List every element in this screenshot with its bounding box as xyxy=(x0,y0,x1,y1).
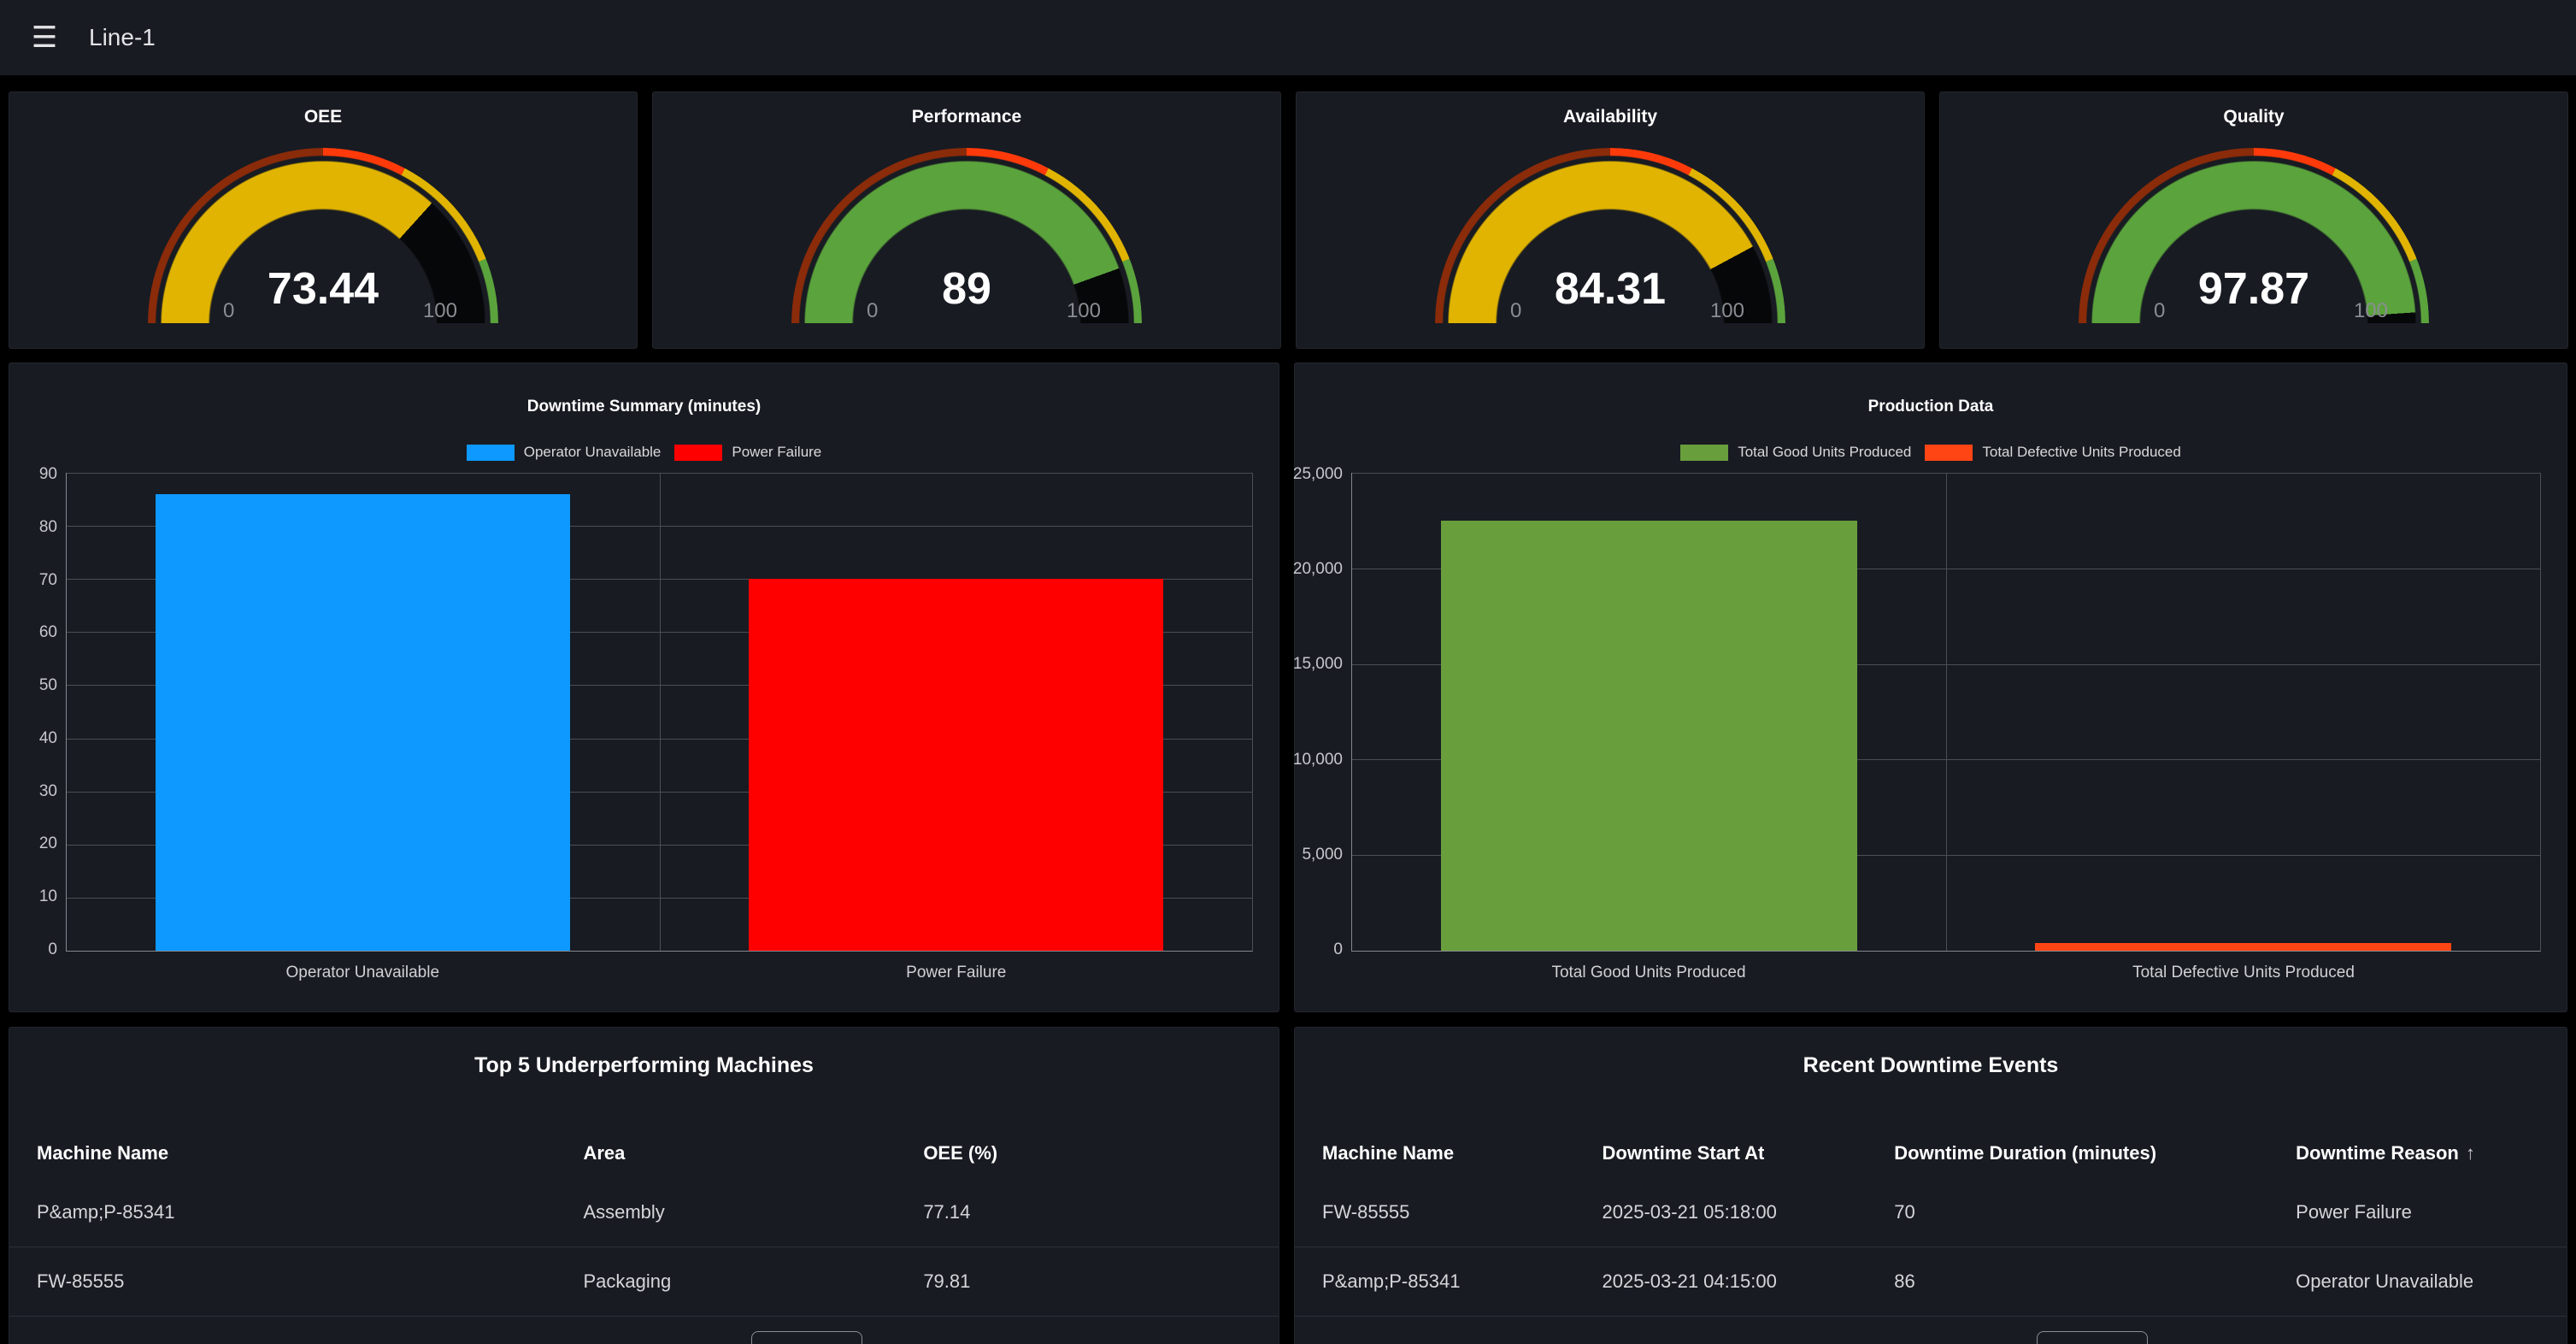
column-header[interactable]: Downtime Start At xyxy=(1603,1142,1895,1164)
legend-item[interactable]: Total Defective Units Produced xyxy=(1925,444,2180,461)
table-row: FW-85555 2025-03-21 05:18:00 70 Power Fa… xyxy=(1295,1178,2567,1247)
cell-area: Assembly xyxy=(583,1201,923,1223)
cell-machine-name: FW-85555 xyxy=(37,1270,583,1293)
top5-table: Machine Name Area OEE (%) P&amp;P-85341 … xyxy=(9,1129,1279,1317)
cell-downtime-start: 2025-03-21 05:18:00 xyxy=(1603,1201,1895,1223)
bar-power-failure xyxy=(749,579,1163,951)
column-header[interactable]: Machine Name xyxy=(1322,1142,1603,1164)
sort-ascending-icon: ↑ xyxy=(2466,1142,2475,1164)
panel-production-data: Production Data Total Good Units Produce… xyxy=(1294,363,2567,1012)
x-axis-labels: Operator Unavailable Power Failure xyxy=(66,964,1253,982)
panel-title: Recent Downtime Events xyxy=(1295,1053,2567,1078)
legend-label: Power Failure xyxy=(732,444,821,461)
table-header-row: Machine Name Downtime Start At Downtime … xyxy=(1295,1129,2567,1178)
panel-title: Performance xyxy=(653,107,1280,127)
bar-total-defective-units xyxy=(2035,943,2451,951)
availability-gauge: 84.31 0 100 xyxy=(1435,148,1785,323)
plot-area xyxy=(1351,473,2541,952)
chart-area: 25,00020,00015,00010,0005,0000 xyxy=(1307,473,2541,952)
category-divider xyxy=(1946,473,1947,951)
top-nav: ☰ Line-1 xyxy=(0,0,2576,75)
column-header[interactable]: OEE (%) xyxy=(923,1142,1251,1164)
gauge-max-label: 100 xyxy=(423,299,457,323)
category-divider xyxy=(660,473,661,951)
x-axis-labels: Total Good Units Produced Total Defectiv… xyxy=(1351,964,2541,982)
table-row: P&amp;P-85341 2025-03-21 04:15:00 86 Ope… xyxy=(1295,1247,2567,1317)
table-header-row: Machine Name Area OEE (%) xyxy=(9,1129,1279,1178)
y-axis-labels: 9080706050403020100 xyxy=(21,465,66,959)
panel-quality: Quality 97.87 0 100 xyxy=(1939,91,2568,349)
gauge-min-label: 0 xyxy=(867,299,878,323)
gauge-min-label: 0 xyxy=(2154,299,2165,323)
cell-machine-name: FW-85555 xyxy=(1322,1201,1603,1223)
pagination-button[interactable] xyxy=(2037,1331,2148,1344)
cell-machine-name: P&amp;P-85341 xyxy=(1322,1270,1603,1293)
cell-downtime-reason: Power Failure xyxy=(2296,1201,2539,1223)
table-row: P&amp;P-85341 Assembly 77.14 xyxy=(9,1178,1279,1247)
x-tick-label: Power Failure xyxy=(660,964,1254,982)
dashboard-title: Line-1 xyxy=(89,24,156,51)
legend-swatch xyxy=(467,445,515,461)
column-header[interactable]: Machine Name xyxy=(37,1142,583,1164)
bar-total-good-units xyxy=(1441,521,1857,951)
panel-downtime-summary: Downtime Summary (minutes) Operator Unav… xyxy=(9,363,1279,1012)
panel-title: Downtime Summary (minutes) xyxy=(9,398,1279,416)
panel-availability: Availability 84.31 0 100 xyxy=(1296,91,1925,349)
legend-item[interactable]: Power Failure xyxy=(674,444,821,461)
panel-title: Top 5 Underperforming Machines xyxy=(9,1053,1279,1078)
panel-recent-downtime-events: Recent Downtime Events Machine Name Down… xyxy=(1294,1027,2567,1344)
legend-swatch xyxy=(1680,445,1728,461)
menu-icon[interactable]: ☰ xyxy=(19,21,70,55)
column-header-sorted[interactable]: Downtime Reason ↑ xyxy=(2296,1142,2539,1164)
cell-downtime-duration: 70 xyxy=(1894,1201,2296,1223)
pagination-button[interactable] xyxy=(751,1331,862,1344)
cell-oee: 79.81 xyxy=(923,1270,1251,1293)
gauge-max-label: 100 xyxy=(1710,299,1744,323)
legend-item[interactable]: Total Good Units Produced xyxy=(1680,444,1911,461)
legend-label: Operator Unavailable xyxy=(524,444,662,461)
column-header[interactable]: Area xyxy=(583,1142,923,1164)
panel-title: Availability xyxy=(1297,107,1924,127)
cell-downtime-reason: Operator Unavailable xyxy=(2296,1270,2539,1293)
panel-title: Production Data xyxy=(1295,398,2567,416)
legend-label: Total Good Units Produced xyxy=(1738,444,1911,461)
events-table: Machine Name Downtime Start At Downtime … xyxy=(1295,1129,2567,1317)
gauge-min-label: 0 xyxy=(1510,299,1521,323)
panel-title: Quality xyxy=(1940,107,2567,127)
cell-downtime-start: 2025-03-21 04:15:00 xyxy=(1603,1270,1895,1293)
gauge-min-label: 0 xyxy=(223,299,234,323)
chart-legend: Total Good Units Produced Total Defectiv… xyxy=(1295,444,2567,461)
panel-oee: OEE 73.44 0 100 xyxy=(9,91,638,349)
column-header-label: Downtime Reason xyxy=(2296,1142,2459,1164)
chart-legend: Operator Unavailable Power Failure xyxy=(9,444,1279,461)
legend-label: Total Defective Units Produced xyxy=(1982,444,2180,461)
cell-downtime-duration: 86 xyxy=(1894,1270,2296,1293)
column-header[interactable]: Downtime Duration (minutes) xyxy=(1894,1142,2296,1164)
y-axis-labels: 25,00020,00015,00010,0005,0000 xyxy=(1307,465,1351,959)
cell-machine-name: P&amp;P-85341 xyxy=(37,1201,583,1223)
cell-oee: 77.14 xyxy=(923,1201,1251,1223)
chart-area: 9080706050403020100 xyxy=(21,473,1253,952)
plot-area xyxy=(66,473,1253,952)
panel-title: OEE xyxy=(9,107,637,127)
oee-gauge: 73.44 0 100 xyxy=(148,148,498,323)
panel-top5-machines: Top 5 Underperforming Machines Machine N… xyxy=(9,1027,1279,1344)
gauge-max-label: 100 xyxy=(2354,299,2388,323)
quality-gauge: 97.87 0 100 xyxy=(2079,148,2429,323)
performance-gauge: 89 0 100 xyxy=(791,148,1142,323)
cell-area: Packaging xyxy=(583,1270,923,1293)
legend-item[interactable]: Operator Unavailable xyxy=(467,444,662,461)
panel-performance: Performance 89 0 100 xyxy=(652,91,1281,349)
x-tick-label: Total Good Units Produced xyxy=(1351,964,1946,982)
legend-swatch xyxy=(674,445,722,461)
table-row: FW-85555 Packaging 79.81 xyxy=(9,1247,1279,1317)
legend-swatch xyxy=(1925,445,1973,461)
bar-operator-unavailable xyxy=(156,494,570,951)
x-tick-label: Total Defective Units Produced xyxy=(1946,964,2541,982)
x-tick-label: Operator Unavailable xyxy=(66,964,660,982)
gauge-max-label: 100 xyxy=(1067,299,1101,323)
